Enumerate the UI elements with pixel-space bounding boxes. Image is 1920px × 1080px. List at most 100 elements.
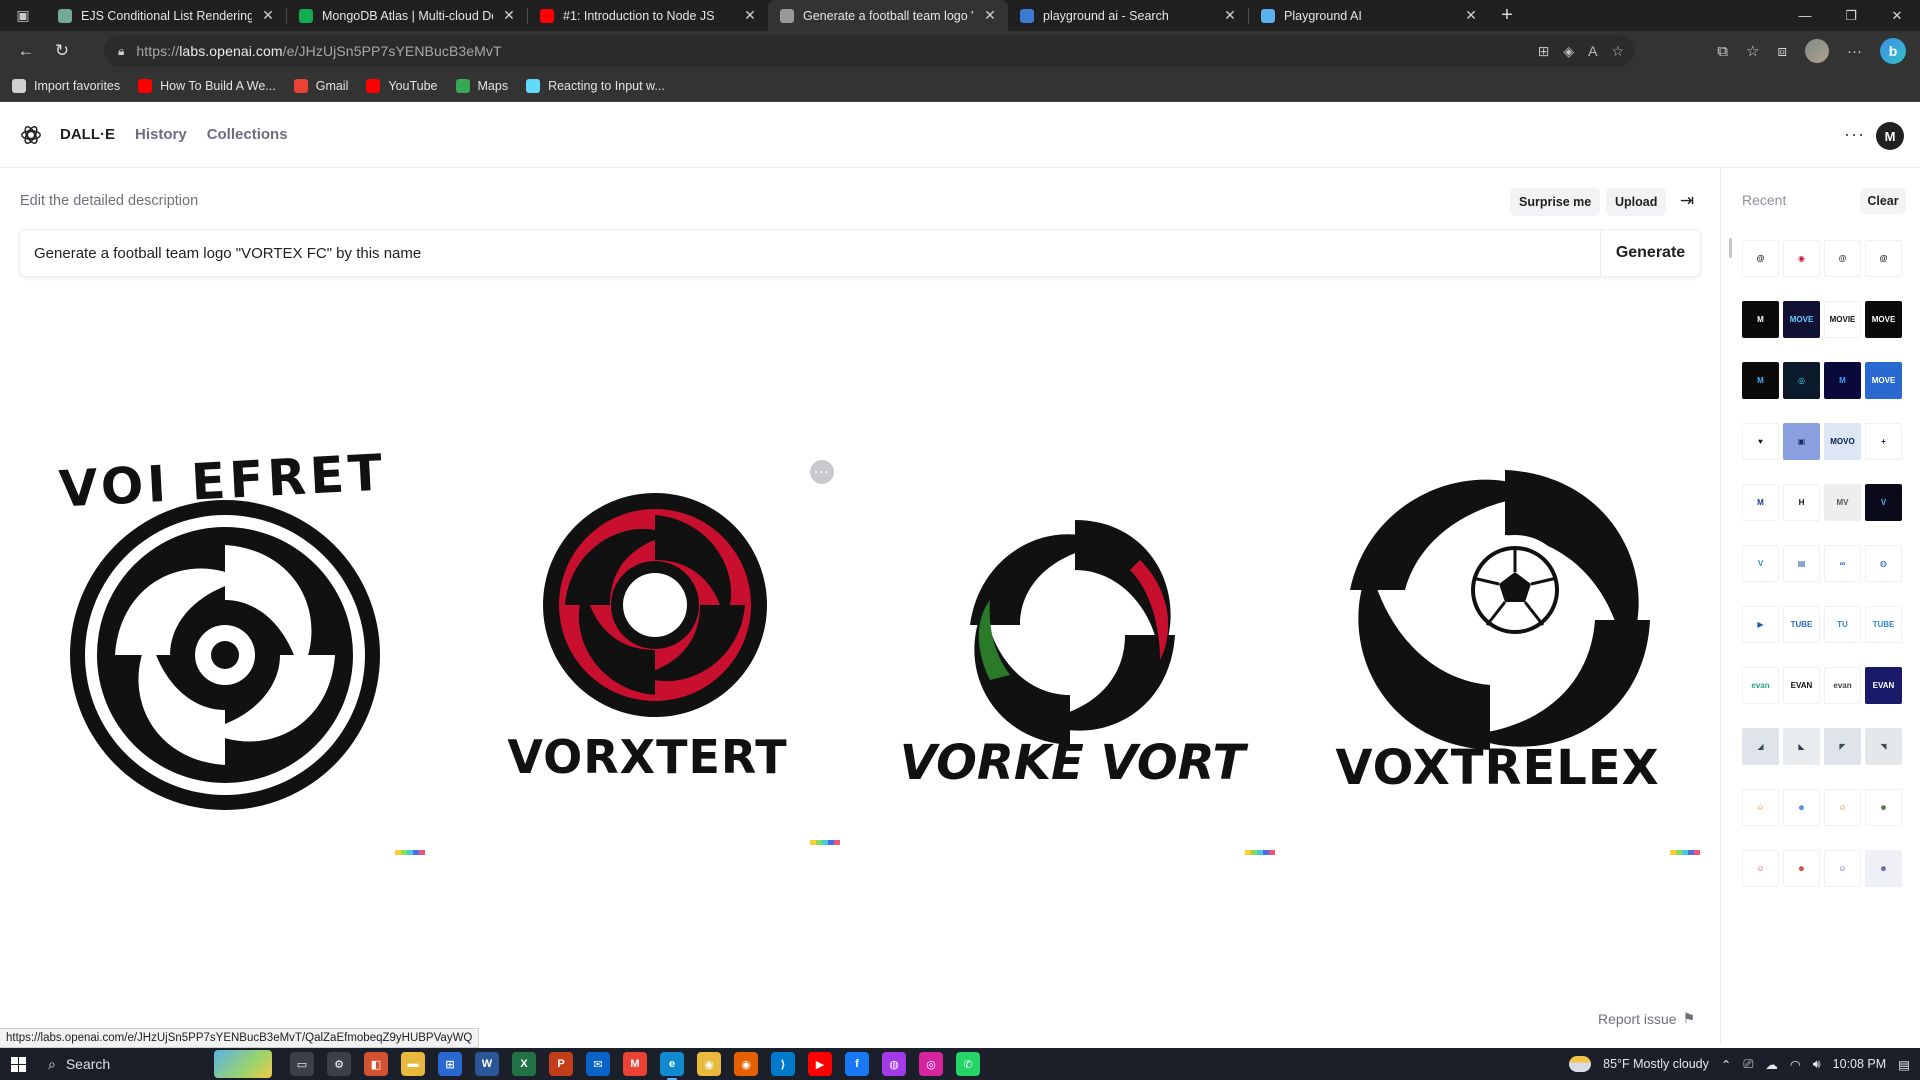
- collections-icon[interactable]: ⧈: [1777, 43, 1787, 60]
- tab-close-icon[interactable]: ✕: [260, 7, 276, 24]
- edge-icon[interactable]: e: [660, 1052, 684, 1080]
- clock[interactable]: 10:08 PM: [1833, 1057, 1887, 1071]
- recent-thumbnail[interactable]: ♥: [1742, 423, 1779, 460]
- browser-tab[interactable]: Playground AI ✕: [1249, 0, 1489, 31]
- minimize-icon[interactable]: —: [1782, 0, 1828, 31]
- recent-thumbnail[interactable]: EVAN: [1783, 667, 1820, 704]
- recent-thumbnail[interactable]: MOVIE: [1824, 301, 1861, 338]
- mail-icon[interactable]: ✉: [586, 1052, 610, 1076]
- bookmark-item[interactable]: Import favorites: [12, 79, 120, 93]
- recent-thumbnail[interactable]: ☺: [1742, 789, 1779, 826]
- whatsapp-icon[interactable]: ✆: [956, 1052, 980, 1076]
- recent-thumbnail[interactable]: ◎: [1783, 362, 1820, 399]
- bookmark-item[interactable]: Reacting to Input w...: [526, 79, 665, 93]
- recent-thumbnail[interactable]: ◣: [1783, 728, 1820, 765]
- recent-thumbnail[interactable]: ☺: [1742, 850, 1779, 887]
- tray-chevron-icon[interactable]: ⌃: [1721, 1057, 1731, 1072]
- tab-close-icon[interactable]: ✕: [742, 7, 758, 24]
- taskbar-search[interactable]: ⌕ Search: [36, 1048, 286, 1080]
- recent-thumbnail[interactable]: ◢: [1742, 728, 1779, 765]
- powerpoint-icon[interactable]: P: [549, 1052, 573, 1076]
- settings-icon[interactable]: ⚙: [327, 1052, 351, 1076]
- back-icon[interactable]: ←: [8, 35, 44, 67]
- restore-icon[interactable]: ❐: [1828, 0, 1874, 31]
- browser-tab[interactable]: playground ai - Search ✕: [1008, 0, 1248, 31]
- recent-thumbnail[interactable]: TUBE: [1783, 606, 1820, 643]
- browser-tab[interactable]: #1: Introduction to Node JS ✕: [528, 0, 768, 31]
- generate-button[interactable]: Generate: [1600, 230, 1700, 276]
- gmail-icon[interactable]: M: [623, 1052, 647, 1076]
- youtube-icon[interactable]: ▶: [808, 1052, 832, 1076]
- tab-actions-icon[interactable]: ▣: [0, 0, 46, 31]
- onedrive-icon[interactable]: ☁: [1765, 1057, 1778, 1072]
- start-button[interactable]: [0, 1048, 36, 1080]
- favorite-star-icon[interactable]: ☆: [1611, 43, 1624, 60]
- recent-thumbnail[interactable]: ☻: [1865, 789, 1902, 826]
- browser-tab[interactable]: EJS Conditional List Rendering ✕: [46, 0, 286, 31]
- recent-thumbnail[interactable]: V: [1865, 484, 1902, 521]
- recent-thumbnail[interactable]: ☻: [1865, 850, 1902, 887]
- messenger-icon[interactable]: ◍: [882, 1052, 906, 1076]
- nav-collections[interactable]: Collections: [207, 126, 288, 143]
- recent-thumbnail[interactable]: ☺: [1824, 850, 1861, 887]
- prompt-input[interactable]: Generate a football team logo "VORTEX FC…: [20, 245, 1600, 262]
- recent-thumbnail[interactable]: M: [1824, 362, 1861, 399]
- brand-title[interactable]: DALL·E: [60, 126, 115, 143]
- result-image-3[interactable]: VORKE VORT: [870, 450, 1275, 855]
- more-options-icon[interactable]: ···: [1844, 124, 1865, 145]
- recent-thumbnail[interactable]: MOVE: [1783, 301, 1820, 338]
- recent-thumbnail[interactable]: ◍: [1865, 545, 1902, 582]
- recent-thumbnail[interactable]: ◥: [1865, 728, 1902, 765]
- favorites-icon[interactable]: ☆: [1746, 42, 1759, 60]
- recent-thumbnail[interactable]: @: [1824, 240, 1861, 277]
- tab-close-icon[interactable]: ✕: [501, 7, 517, 24]
- instagram-icon[interactable]: ◎: [919, 1052, 943, 1076]
- tab-close-icon[interactable]: ✕: [1463, 7, 1479, 24]
- bookmark-item[interactable]: How To Build A We...: [138, 79, 276, 93]
- tray-device-icon[interactable]: ⎚: [1743, 1057, 1753, 1072]
- notifications-icon[interactable]: ▤: [1898, 1057, 1910, 1072]
- weather-icon[interactable]: [1569, 1056, 1592, 1072]
- browser-menu-icon[interactable]: ···: [1847, 43, 1862, 60]
- close-window-icon[interactable]: ✕: [1874, 0, 1920, 31]
- recent-thumbnail[interactable]: MOVE: [1865, 301, 1902, 338]
- address-bar[interactable]: 🔒︎ https://labs.openai.com/e/JHzUjSn5PP7…: [104, 35, 1634, 67]
- recent-thumbnail[interactable]: H: [1783, 484, 1820, 521]
- recent-thumbnail[interactable]: ▣: [1783, 423, 1820, 460]
- recent-thumbnail[interactable]: V: [1742, 545, 1779, 582]
- clear-button[interactable]: Clear: [1860, 188, 1906, 214]
- recent-thumbnail[interactable]: ◤: [1824, 728, 1861, 765]
- word-icon[interactable]: W: [475, 1052, 499, 1076]
- recent-thumbnail[interactable]: evan: [1742, 667, 1779, 704]
- recent-thumbnail[interactable]: MOVE: [1865, 362, 1902, 399]
- file-explorer-icon[interactable]: ▬: [401, 1052, 425, 1076]
- bing-copilot-icon[interactable]: b: [1880, 38, 1906, 64]
- chrome-icon[interactable]: ◉: [697, 1052, 721, 1076]
- weather-text[interactable]: 85°F Mostly cloudy: [1603, 1057, 1709, 1071]
- recent-thumbnail[interactable]: ◉: [1783, 240, 1820, 277]
- recent-thumbnail[interactable]: ▤: [1783, 545, 1820, 582]
- extensions-icon[interactable]: ⧉: [1717, 43, 1728, 60]
- vscode-icon[interactable]: ⟩: [771, 1052, 795, 1076]
- recent-thumbnail[interactable]: EVAN: [1865, 667, 1902, 704]
- bookmark-item[interactable]: Gmail: [293, 79, 348, 93]
- recent-thumbnail[interactable]: ▶: [1742, 606, 1779, 643]
- upload-button[interactable]: Upload: [1606, 188, 1667, 216]
- tracking-icon[interactable]: ◈: [1563, 43, 1574, 60]
- powerpoint-orange-icon[interactable]: ◧: [364, 1052, 388, 1076]
- profile-icon[interactable]: [1805, 39, 1829, 63]
- nav-history[interactable]: History: [135, 126, 187, 143]
- browser-tab[interactable]: Generate a football team logo "V ✕: [768, 0, 1008, 31]
- recent-thumbnail[interactable]: @: [1865, 240, 1902, 277]
- excel-icon[interactable]: X: [512, 1052, 536, 1076]
- collapse-sidebar-icon[interactable]: ⇥: [1676, 190, 1698, 212]
- recent-thumbnail[interactable]: M: [1742, 301, 1779, 338]
- firefox-icon[interactable]: ◉: [734, 1052, 758, 1076]
- wifi-icon[interactable]: ◠: [1790, 1057, 1801, 1072]
- volume-icon[interactable]: 🔊︎: [1813, 1057, 1821, 1072]
- recent-thumbnail[interactable]: M: [1742, 362, 1779, 399]
- sidebar-scrollbar[interactable]: [1729, 238, 1732, 258]
- recent-thumbnail[interactable]: MV: [1824, 484, 1861, 521]
- result-image-2[interactable]: VORXTERT ···: [455, 460, 840, 845]
- report-issue-link[interactable]: Report issue ⚑: [1598, 1010, 1695, 1027]
